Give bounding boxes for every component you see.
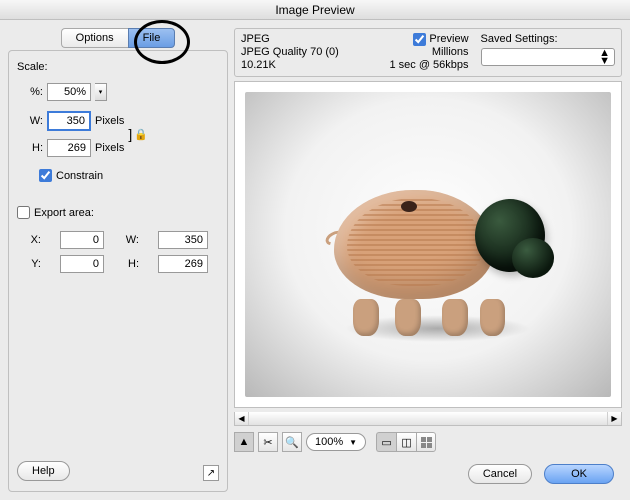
percent-stepper[interactable]: ▾	[95, 83, 107, 101]
info-format: JPEG	[241, 33, 365, 46]
image-preview-dialog: Image Preview Options File Scale: %: ▾	[0, 0, 630, 500]
dialog-footer: Cancel OK	[234, 458, 622, 492]
export-x-input[interactable]	[60, 231, 104, 249]
width-unit: Pixels	[95, 115, 124, 127]
launch-wizard-icon[interactable]: ↗	[203, 465, 219, 481]
export-y-input[interactable]	[60, 255, 104, 273]
cancel-button[interactable]: Cancel	[468, 464, 532, 484]
export-y-label: Y:	[25, 258, 41, 270]
dialog-content: Options File Scale: %: ▾ W: Pix	[0, 20, 630, 500]
info-colors: Millions	[432, 46, 469, 59]
preview-checkbox-label: Preview	[429, 33, 468, 46]
percent-label: %:	[25, 86, 43, 98]
width-label: W:	[25, 115, 43, 127]
tab-group: Options File	[8, 28, 228, 48]
scroll-left-icon[interactable]: ◀	[235, 412, 249, 425]
tab-file[interactable]: File	[128, 28, 176, 48]
view-4up-icon[interactable]	[416, 432, 436, 452]
view-1up-icon[interactable]: ▭	[376, 432, 396, 452]
height-unit: Pixels	[95, 142, 124, 154]
percent-input[interactable]	[47, 83, 91, 101]
view-2up-icon[interactable]: ◫	[396, 432, 416, 452]
lock-icon[interactable]: 🔒	[134, 128, 148, 141]
chevron-down-icon: ▼	[349, 438, 357, 447]
width-input[interactable]	[47, 111, 91, 131]
preview-toolbar: ▲ ✂ 🔍 100% ▼ ▭ ◫	[234, 430, 622, 454]
export-x-label: X:	[25, 234, 41, 246]
right-panel: JPEG JPEG Quality 70 (0) 10.21K Preview …	[234, 28, 622, 492]
scroll-right-icon[interactable]: ▶	[607, 412, 621, 425]
saved-settings-label: Saved Settings:	[481, 33, 615, 46]
zoom-select[interactable]: 100% ▼	[306, 433, 366, 451]
info-quality: JPEG Quality 70 (0)	[241, 46, 365, 59]
height-input[interactable]	[47, 139, 91, 157]
info-time: 1 sec @ 56kbps	[389, 59, 468, 72]
export-area-label: Export area:	[34, 207, 94, 219]
dialog-title: Image Preview	[0, 0, 630, 20]
left-panel: Options File Scale: %: ▾ W: Pix	[8, 28, 228, 492]
file-panel: Scale: %: ▾ W: Pixels H:	[8, 50, 228, 492]
crop-tool-icon[interactable]: ✂	[258, 432, 278, 452]
zoom-value: 100%	[315, 436, 343, 448]
constrain-label: Constrain	[56, 170, 103, 182]
pointer-tool-icon[interactable]: ▲	[234, 432, 254, 452]
zoom-tool-icon[interactable]: 🔍	[282, 432, 302, 452]
export-area-checkbox[interactable]	[17, 206, 30, 219]
constrain-checkbox[interactable]	[39, 169, 52, 182]
tab-options[interactable]: Options	[61, 28, 128, 48]
preview-canvas[interactable]	[234, 81, 622, 408]
export-w-label: W:	[123, 234, 139, 246]
info-size: 10.21K	[241, 59, 365, 72]
ok-button[interactable]: OK	[544, 464, 614, 484]
export-h-input[interactable]	[158, 255, 208, 273]
saved-settings-select[interactable]: ▲▼	[481, 48, 615, 66]
export-w-input[interactable]	[158, 231, 208, 249]
preview-checkbox[interactable]	[413, 33, 426, 46]
preview-image	[245, 92, 611, 397]
help-button[interactable]: Help	[17, 461, 70, 481]
constrain-brace: ]	[128, 126, 132, 142]
preview-info-bar: JPEG JPEG Quality 70 (0) 10.21K Preview …	[234, 28, 622, 77]
horizontal-scrollbar[interactable]: ◀ ▶	[234, 412, 622, 426]
scale-label: Scale:	[17, 61, 219, 73]
height-label: H:	[25, 142, 43, 154]
export-h-label: H:	[123, 258, 139, 270]
